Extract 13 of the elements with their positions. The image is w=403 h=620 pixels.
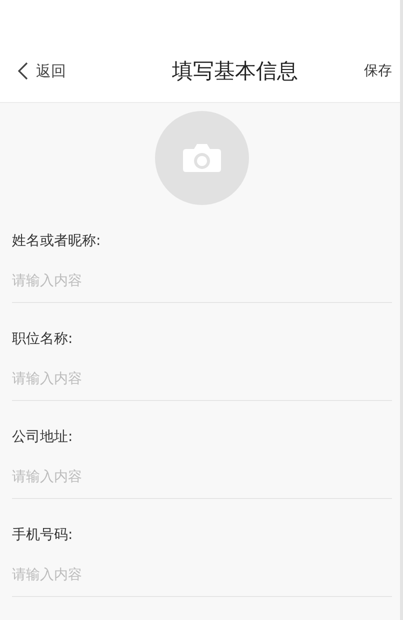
save-button[interactable]: 保存 (364, 62, 392, 80)
field-label: 职位名称: (12, 330, 74, 349)
back-button[interactable]: 返回 (18, 62, 66, 80)
input-field[interactable]: 请输入内容 (12, 369, 392, 389)
input-field[interactable]: 请输入内容 (12, 565, 392, 585)
field-label: 公司地址: (12, 428, 74, 447)
input-field[interactable]: 请输入内容 (12, 271, 392, 291)
camera-icon (182, 143, 222, 173)
page-title: 填写基本信息 (172, 58, 298, 85)
field-label: 姓名或者昵称: (12, 232, 102, 251)
back-icon (18, 62, 28, 80)
field-label: 手机号码: (12, 526, 74, 545)
input-field[interactable]: 请输入内容 (12, 467, 392, 487)
